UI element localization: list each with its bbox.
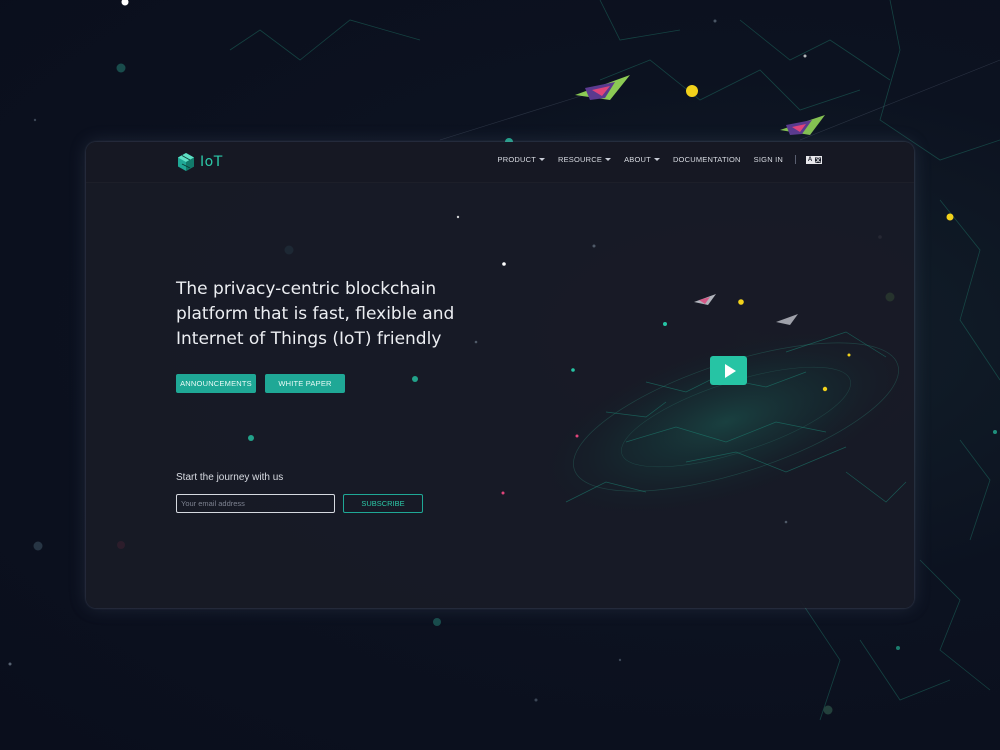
website-window: IoT PRODUCT RESOURCE ABOUT DOCUMENTATION… — [86, 142, 914, 608]
cube-logo-icon — [178, 153, 194, 171]
caret-down-icon — [653, 158, 660, 161]
nav-divider — [795, 155, 796, 164]
announcements-button[interactable]: ANNOUNCEMENTS — [176, 374, 256, 393]
nav-item-resource[interactable]: RESOURCE — [557, 155, 612, 164]
top-navigation-bar: IoT PRODUCT RESOURCE ABOUT DOCUMENTATION… — [86, 142, 914, 183]
nav-item-label: SIGN IN — [753, 155, 783, 164]
nav-item-label: PRODUCT — [497, 155, 536, 164]
nav-item-about[interactable]: ABOUT — [624, 155, 660, 164]
spaceship-small-2-icon — [776, 314, 798, 325]
nav-item-product[interactable]: PRODUCT — [498, 155, 545, 164]
nav-item-label: ABOUT — [624, 155, 651, 164]
hero-headline: The privacy-centric blockchain platform … — [176, 279, 455, 349]
nav-item-sign-in[interactable]: SIGN IN — [754, 155, 783, 164]
caret-down-icon — [538, 158, 545, 161]
main-nav: PRODUCT RESOURCE ABOUT DOCUMENTATION SIG… — [485, 155, 822, 164]
white-paper-button[interactable]: WHITE PAPER — [265, 374, 345, 393]
subscribe-button[interactable]: SUBSCRIBE — [343, 494, 423, 513]
caret-down-icon — [605, 158, 612, 161]
nav-item-documentation[interactable]: DOCUMENTATION — [673, 155, 741, 164]
spaceship-small-1-icon — [694, 294, 716, 305]
email-input[interactable] — [176, 494, 335, 513]
logo-text: IoT — [200, 154, 223, 170]
play-video-button[interactable] — [710, 356, 747, 385]
spaceship-right-icon — [780, 115, 825, 135]
play-icon — [724, 363, 736, 378]
language-switch-icon[interactable]: A文 — [806, 155, 822, 164]
nav-item-label: RESOURCE — [557, 155, 603, 164]
nav-item-label: DOCUMENTATION — [672, 155, 741, 164]
subscribe-title: Start the journey with us — [176, 472, 284, 483]
iot-logo[interactable]: IoT — [176, 152, 223, 172]
